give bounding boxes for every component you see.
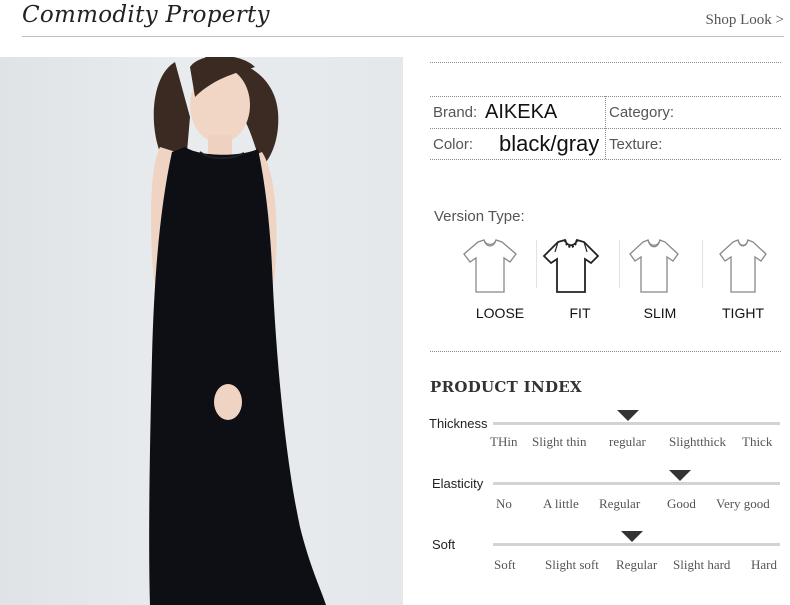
elasticity-marker	[669, 470, 691, 481]
texture-label: Texture:	[609, 136, 663, 153]
dotted-divider	[430, 62, 781, 63]
elasticity-option: No	[496, 496, 512, 511]
loose-shirt-icon	[463, 239, 517, 293]
tight-shirt-icon	[719, 239, 767, 293]
product-index-title: PRODUCT INDEX	[430, 378, 582, 396]
soft-option: Regular	[616, 557, 658, 572]
slim-shirt-icon	[629, 239, 679, 293]
product-photo	[0, 57, 403, 605]
elasticity-option: A little	[543, 496, 579, 511]
shirt-separator	[619, 240, 620, 288]
thickness-option: Thick	[742, 434, 773, 449]
elasticity-option: Good	[667, 496, 696, 511]
fit-shirt-icon	[542, 238, 600, 293]
color-value: black/gray	[499, 131, 600, 156]
brand-value: AIKEKA	[485, 101, 558, 123]
elasticity-option: Very good	[716, 496, 770, 511]
thickness-option: Slightthick	[669, 434, 727, 449]
soft-option: Soft	[494, 557, 516, 572]
version-slim-label: SLIM	[643, 305, 677, 321]
thickness-label: Thickness	[429, 416, 488, 431]
soft-marker	[621, 531, 643, 542]
header-divider	[22, 36, 784, 37]
thickness-marker	[617, 410, 639, 421]
elasticity-option: Regular	[599, 496, 641, 511]
model-illustration	[149, 57, 326, 605]
version-tight-label: TIGHT	[722, 305, 764, 321]
soft-option: Slight hard	[673, 557, 731, 572]
shirt-separator	[536, 240, 537, 288]
brand-label: Brand:	[433, 104, 478, 121]
soft-option: Slight soft	[545, 557, 599, 572]
dotted-divider	[430, 351, 781, 352]
color-label: Color:	[433, 136, 474, 153]
soft-option: Hard	[751, 557, 777, 572]
thickness-option: THin	[490, 434, 518, 449]
soft-label: Soft	[432, 537, 456, 552]
thickness-scale	[493, 422, 780, 425]
dotted-divider	[430, 159, 781, 160]
shop-look-link[interactable]: Shop Look >	[706, 12, 784, 29]
elasticity-label: Elasticity	[432, 476, 484, 491]
version-fit-label: FIT	[569, 305, 591, 321]
elasticity-scale	[493, 482, 780, 485]
column-divider	[605, 96, 606, 159]
shirt-separator	[702, 240, 703, 288]
thickness-option: regular	[609, 434, 646, 449]
version-loose-label: LOOSE	[475, 305, 525, 321]
category-label: Category:	[609, 104, 675, 121]
soft-scale	[493, 543, 780, 546]
version-type-label: Version Type:	[434, 208, 525, 225]
thickness-option: Slight thin	[532, 434, 587, 449]
section-title: Commodity Property	[22, 2, 270, 28]
